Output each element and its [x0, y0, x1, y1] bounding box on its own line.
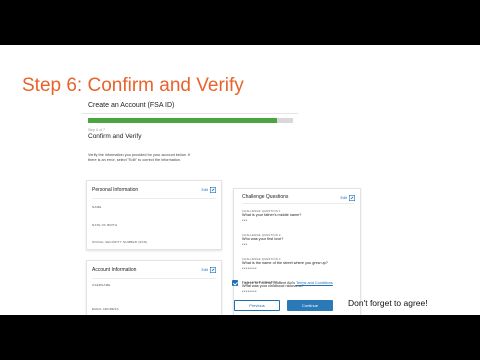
agree-row: I agree to Federal Student Aid's Terms a…: [232, 280, 333, 286]
challenge-question-text: What is the name of the street where you…: [242, 261, 328, 265]
card-divider: [92, 278, 216, 279]
slide: Step 6: Confirm and Verify Create an Acc…: [0, 45, 480, 315]
ssn-label: Social Security Number (SSN): [92, 240, 148, 244]
challenge-edit-link[interactable]: Edit: [340, 195, 355, 201]
dob-label: Date of Birth: [92, 223, 118, 227]
account-edit-link[interactable]: Edit: [201, 267, 216, 273]
pencil-edit-icon: [210, 187, 216, 193]
personal-info-card: Personal Information Edit Name Date of B…: [86, 180, 222, 250]
progress-bar: [88, 118, 293, 123]
pencil-edit-icon: [210, 267, 216, 273]
personal-edit-label: Edit: [201, 188, 208, 192]
agree-checkbox[interactable]: [232, 280, 238, 286]
personal-edit-link[interactable]: Edit: [201, 187, 216, 193]
challenge-answer: ***: [242, 242, 248, 247]
challenge-answer: ********: [242, 289, 257, 294]
header-divider: [82, 113, 298, 114]
pencil-edit-icon: [349, 195, 355, 201]
agree-reminder-note: Don't forget to agree!: [348, 298, 428, 308]
agree-label: I agree to Federal Student Aid's: [242, 281, 296, 285]
challenge-title: Challenge Questions: [242, 194, 289, 200]
verify-instructions-line-2: there is an error, select "Edit" to corr…: [88, 158, 182, 163]
terms-link[interactable]: Terms and Conditions: [296, 281, 333, 285]
username-label: Username: [92, 283, 111, 287]
step-indicator: Step 6 of 7: [88, 128, 105, 132]
account-info-title: Account Information: [92, 267, 137, 273]
progress-fill: [88, 118, 277, 123]
account-edit-label: Edit: [201, 268, 208, 272]
name-label: Name: [92, 205, 102, 209]
previous-button[interactable]: Previous: [234, 300, 280, 311]
form-header: Create an Account (FSA ID): [88, 102, 175, 109]
challenge-edit-label: Edit: [340, 196, 347, 200]
personal-info-title: Personal Information: [92, 187, 139, 193]
slide-title: Step 6: Confirm and Verify: [22, 75, 244, 96]
email-label: Email Address: [92, 307, 119, 311]
challenge-answer: ***: [242, 218, 248, 223]
account-info-card: Account Information Edit Username Email …: [86, 260, 222, 315]
challenge-answer: ********: [242, 266, 257, 271]
continue-button[interactable]: Continue: [287, 300, 333, 311]
card-divider: [242, 203, 354, 204]
challenge-question-text: Who was your first love?: [242, 237, 284, 241]
card-divider: [92, 198, 216, 199]
challenge-questions-card: Challenge Questions Edit Challenge Quest…: [233, 188, 361, 315]
agree-text: I agree to Federal Student Aid's Terms a…: [242, 281, 333, 285]
form-subtitle: Confirm and Verify: [88, 133, 142, 140]
verify-instructions: Verify the information you provided for …: [88, 153, 234, 163]
challenge-question-text: What is your father's middle name?: [242, 213, 302, 217]
